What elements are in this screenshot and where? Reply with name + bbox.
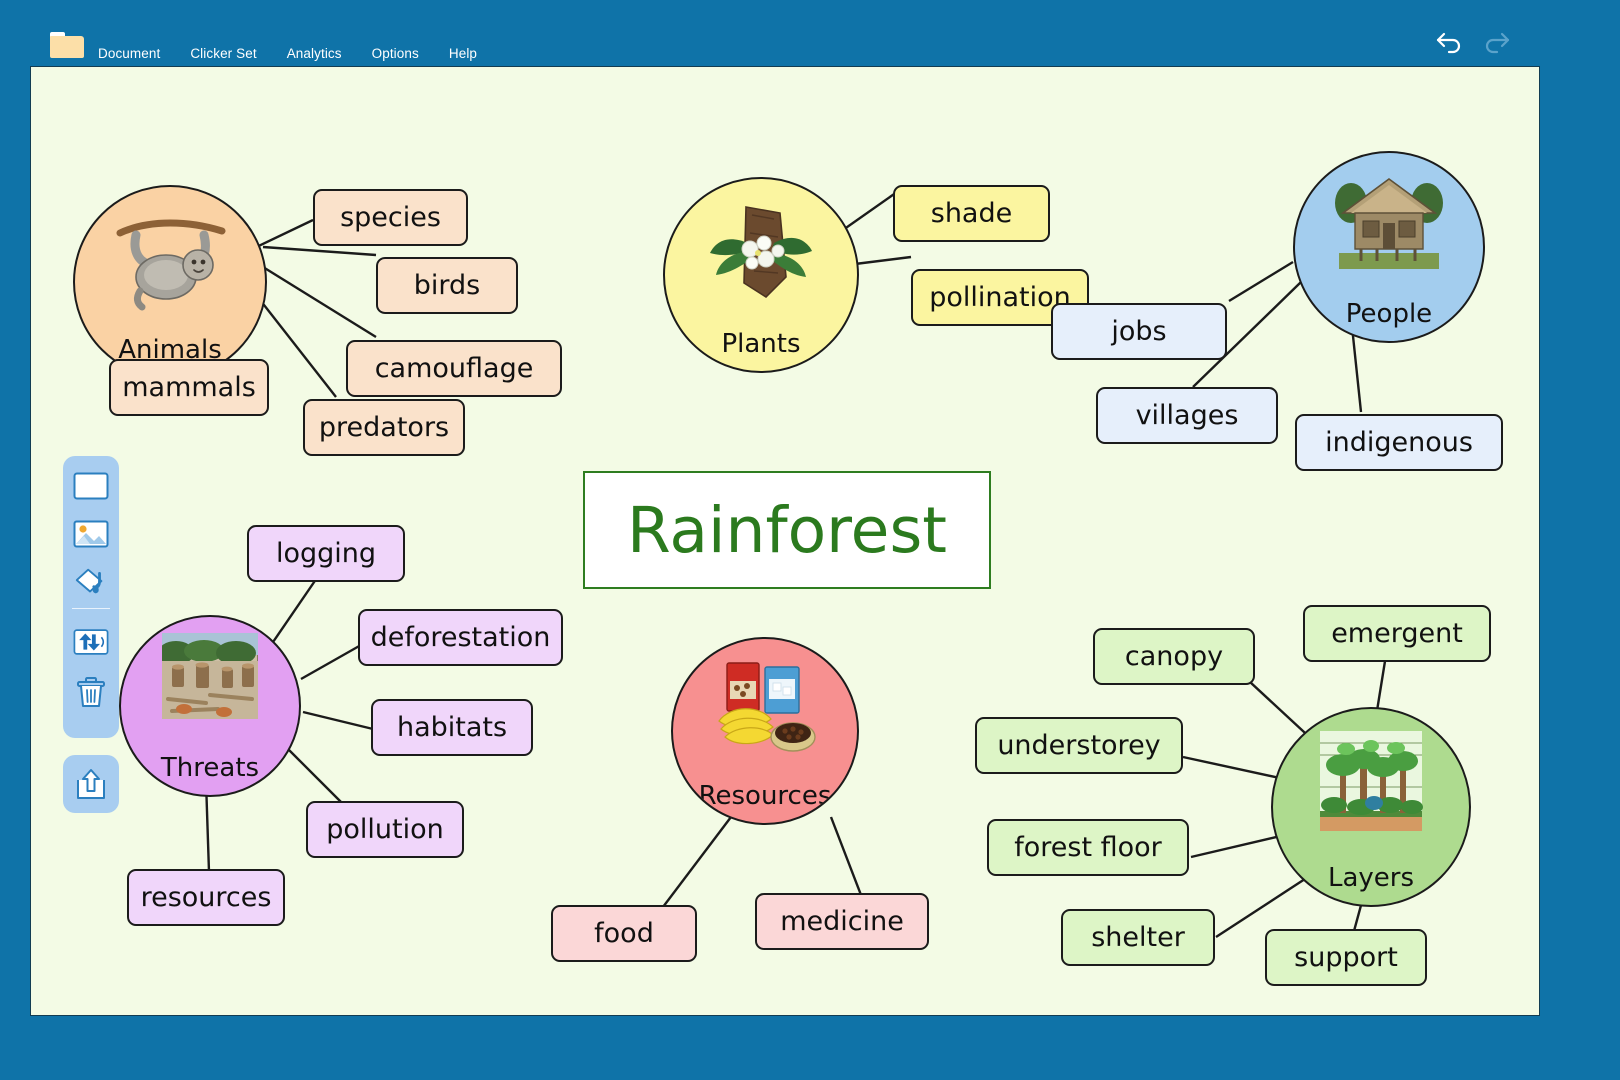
chip-understorey-label: understorey: [997, 730, 1161, 761]
chip-camouflage-label: camouflage: [374, 353, 534, 384]
chip-indigenous[interactable]: indigenous: [1295, 414, 1503, 471]
tool-divider: [72, 608, 110, 609]
node-resources[interactable]: Resources: [671, 637, 859, 825]
menu-bar: Document Clicker Set Analytics Options H…: [0, 0, 1620, 68]
chip-villages-label: villages: [1135, 400, 1239, 431]
chip-understorey[interactable]: understorey: [975, 717, 1183, 774]
menu-item-options[interactable]: Options: [372, 46, 433, 61]
chip-indigenous-label: indigenous: [1325, 427, 1473, 458]
undo-redo-group: [1434, 30, 1512, 56]
picture-tool[interactable]: [73, 516, 109, 552]
chip-resources-threat[interactable]: resources: [127, 869, 285, 926]
blank-card-tool[interactable]: [73, 468, 109, 504]
chip-birds-label: birds: [413, 270, 481, 301]
paint-fill-tool[interactable]: [73, 564, 109, 600]
chip-support[interactable]: support: [1265, 929, 1427, 986]
chip-deforestation-label: deforestation: [370, 622, 551, 653]
clicker-window: Document Clicker Set Analytics Options H…: [0, 0, 1620, 1080]
node-threats[interactable]: Threats: [119, 615, 301, 797]
chip-predators[interactable]: predators: [303, 399, 465, 456]
chip-emergent[interactable]: emergent: [1303, 605, 1491, 662]
chip-mammals[interactable]: mammals: [109, 359, 269, 416]
chip-pollution[interactable]: pollution: [306, 801, 464, 858]
chip-mammals-label: mammals: [122, 372, 256, 403]
chip-jobs-label: jobs: [1111, 316, 1167, 347]
stilt-hut-illustration: [1335, 178, 1443, 269]
tool-palette: [63, 456, 119, 738]
chip-villages[interactable]: villages: [1096, 387, 1278, 444]
forest-layers-illustration: [1320, 731, 1423, 831]
chip-medicine-label: medicine: [780, 906, 904, 937]
chip-shelter-label: shelter: [1091, 922, 1185, 953]
chip-canopy[interactable]: canopy: [1093, 628, 1255, 685]
swap-arrows-icon: [73, 629, 109, 655]
swap-direction-tool[interactable]: [73, 624, 109, 660]
chip-support-label: support: [1294, 942, 1398, 973]
node-people-label: People: [1345, 299, 1433, 329]
sloth-illustration: [116, 219, 226, 311]
chip-resources-threat-label: resources: [140, 882, 272, 913]
chip-species[interactable]: species: [313, 189, 468, 246]
node-resources-label: Resources: [698, 781, 832, 811]
picture-icon: [73, 520, 109, 548]
chip-canopy-label: canopy: [1124, 641, 1224, 672]
delete-tool[interactable]: [73, 674, 109, 710]
node-threats-label: Threats: [160, 753, 260, 783]
chip-species-label: species: [340, 202, 441, 233]
chip-camouflage[interactable]: camouflage: [346, 340, 562, 397]
groceries-illustration: [718, 662, 816, 752]
chip-logging-label: logging: [275, 538, 377, 569]
chip-shelter[interactable]: shelter: [1061, 909, 1215, 966]
blank-card-icon: [73, 472, 109, 500]
node-layers[interactable]: Layers: [1271, 707, 1471, 907]
node-people[interactable]: People: [1293, 151, 1485, 343]
share-upload-icon: [77, 769, 105, 799]
menu-item-document[interactable]: Document: [98, 46, 174, 61]
chip-emergent-label: emergent: [1331, 618, 1463, 649]
orchid-on-bark-illustration: [710, 206, 812, 299]
chip-jobs[interactable]: jobs: [1051, 303, 1227, 360]
page-title: Rainforest: [627, 493, 947, 567]
share-tool[interactable]: [73, 766, 109, 802]
menu-item-help[interactable]: Help: [449, 46, 491, 61]
node-plants-label: Plants: [721, 329, 801, 359]
node-plants[interactable]: Plants: [663, 177, 859, 373]
chip-pollution-label: pollution: [326, 814, 444, 845]
chip-pollination-label: pollination: [929, 282, 1071, 313]
chip-logging[interactable]: logging: [247, 525, 405, 582]
chip-shade-label: shade: [930, 198, 1013, 229]
chip-deforestation[interactable]: deforestation: [358, 609, 563, 666]
node-animals[interactable]: Animals: [73, 185, 267, 379]
chip-food-label: food: [594, 918, 654, 949]
chip-predators-label: predators: [318, 412, 450, 443]
menu-items: Document Clicker Set Analytics Options H…: [98, 46, 491, 61]
chip-forest-floor-label: forest floor: [1014, 832, 1162, 863]
menu-item-analytics[interactable]: Analytics: [287, 46, 356, 61]
chip-medicine[interactable]: medicine: [755, 893, 929, 950]
chip-food[interactable]: food: [551, 905, 697, 962]
trash-icon: [77, 677, 105, 707]
mindmap-title-box[interactable]: Rainforest: [583, 471, 991, 589]
deforestation-photo: [162, 633, 258, 719]
folder-icon[interactable]: [50, 32, 84, 58]
chip-habitats[interactable]: habitats: [371, 699, 533, 756]
chip-forest-floor[interactable]: forest floor: [987, 819, 1189, 876]
chip-shade[interactable]: shade: [893, 185, 1050, 242]
share-panel: [63, 755, 119, 813]
undo-icon[interactable]: [1434, 30, 1464, 56]
chip-habitats-label: habitats: [396, 712, 508, 743]
mindmap-canvas[interactable]: Animals species birds camouflage predato…: [30, 66, 1540, 1016]
node-layers-label: Layers: [1327, 863, 1415, 893]
chip-birds[interactable]: birds: [376, 257, 518, 314]
paint-bucket-icon: [75, 568, 103, 594]
menu-item-clicker-set[interactable]: Clicker Set: [190, 46, 270, 61]
redo-icon[interactable]: [1482, 30, 1512, 56]
